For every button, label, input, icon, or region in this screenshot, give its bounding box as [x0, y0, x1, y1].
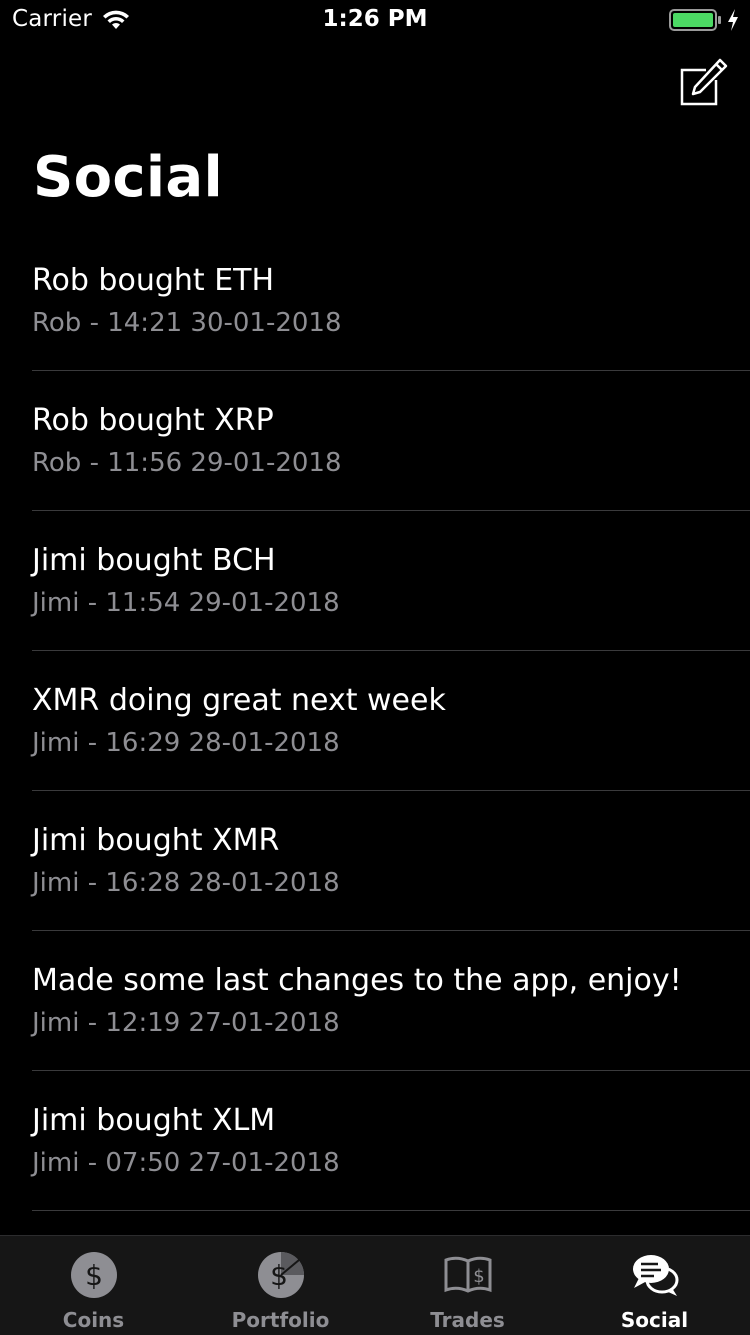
feed-item[interactable]: Rob bought XRP Rob - 11:56 29-01-2018: [0, 371, 750, 511]
chat-bubbles-icon: [632, 1255, 678, 1296]
tab-label: Portfolio: [231, 1308, 330, 1332]
feed-item-meta: Jimi - 11:54 29-01-2018: [32, 588, 340, 618]
svg-text:$: $: [85, 1259, 103, 1292]
feed-item-meta: Jimi - 16:29 28-01-2018: [32, 728, 340, 758]
feed-item-message: XMR doing great next week: [32, 683, 446, 718]
feed-item[interactable]: Rob bought ETH Rob - 14:21 30-01-2018: [0, 231, 750, 371]
tab-trades[interactable]: $ Trades: [374, 1236, 561, 1335]
tab-bar: $ Coins $ Portfolio $ Trades Social: [0, 1235, 750, 1335]
portfolio-icon: $: [257, 1252, 304, 1298]
feed-item-message: Rob bought XRP: [32, 403, 274, 438]
feed-item[interactable]: Made some last changes to the app, enjoy…: [0, 931, 750, 1071]
feed-item-message: Jimi bought BCH: [32, 543, 276, 578]
charging-bolt-icon: [728, 9, 738, 31]
feed-item-meta: Jimi - 07:50 27-01-2018: [32, 1148, 340, 1178]
book-icon: $: [444, 1256, 491, 1293]
tab-label: Social: [620, 1308, 689, 1332]
feed-item[interactable]: Jimi bought BCH Jimi - 11:54 29-01-2018: [0, 511, 750, 651]
feed-item-meta: Jimi - 16:28 28-01-2018: [32, 868, 340, 898]
battery-icon: [669, 9, 721, 31]
feed-item-message: Jimi bought XLM: [32, 1103, 276, 1138]
clock: 1:26 PM: [322, 6, 428, 32]
social-feed: Rob bought ETH Rob - 14:21 30-01-2018 Ro…: [0, 231, 750, 1211]
feed-item-meta: Jimi - 12:19 27-01-2018: [32, 1008, 340, 1038]
status-bar: Carrier 1:26 PM: [0, 0, 750, 40]
feed-item-message: Made some last changes to the app, enjoy…: [32, 963, 682, 998]
coin-icon: $: [70, 1252, 117, 1298]
tab-label: Trades: [430, 1308, 505, 1332]
feed-item[interactable]: Jimi bought XLM Jimi - 07:50 27-01-2018: [0, 1071, 750, 1211]
feed-item[interactable]: Jimi bought XMR Jimi - 16:28 28-01-2018: [0, 791, 750, 931]
tab-social[interactable]: Social: [561, 1236, 748, 1335]
page-title: Social: [33, 145, 223, 210]
svg-text:$: $: [270, 1259, 288, 1292]
feed-item[interactable]: XMR doing great next week Jimi - 16:29 2…: [0, 651, 750, 791]
row-divider: [32, 1210, 750, 1211]
svg-text:$: $: [473, 1266, 484, 1287]
feed-item-meta: Rob - 14:21 30-01-2018: [32, 308, 342, 338]
feed-item-message: Rob bought ETH: [32, 263, 275, 298]
feed-item-meta: Rob - 11:56 29-01-2018: [32, 448, 342, 478]
compose-icon: [680, 58, 728, 106]
tab-portfolio[interactable]: $ Portfolio: [187, 1236, 374, 1335]
compose-button[interactable]: [676, 58, 728, 110]
tab-label: Coins: [62, 1308, 125, 1332]
feed-item-message: Jimi bought XMR: [32, 823, 280, 858]
tab-coins[interactable]: $ Coins: [0, 1236, 187, 1335]
